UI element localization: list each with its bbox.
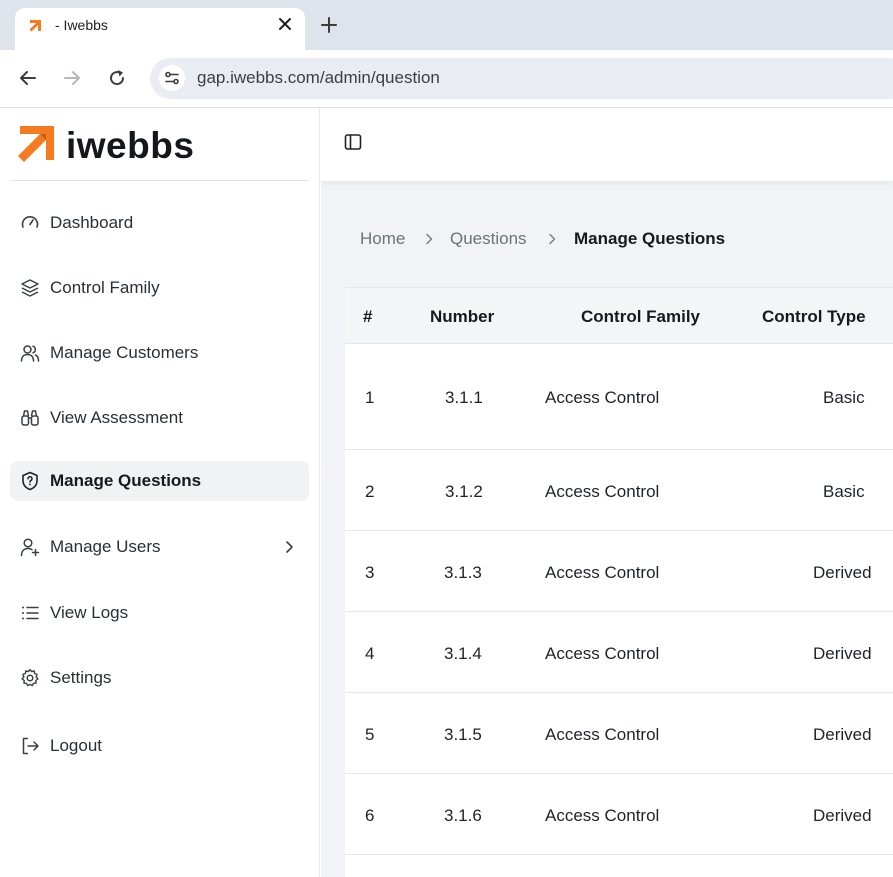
cell-control-family: Access Control (545, 725, 660, 744)
brand-logo[interactable]: iwebbs (14, 124, 214, 166)
sidebar-item-label: Manage Questions (50, 471, 202, 490)
sidebar-item-manage-questions[interactable]: Manage Questions (10, 461, 309, 501)
table-row[interactable]: 5 3.1.5 Access Control Derived (345, 693, 893, 774)
cell-control-type: Basic (823, 482, 865, 501)
tab-title: - Iwebbs (55, 17, 108, 33)
list-icon (22, 606, 39, 620)
browser-tab[interactable]: - Iwebbs (15, 8, 305, 50)
column-header-control-family[interactable]: Control Family (581, 307, 700, 327)
cell-number: 3.1.5 (444, 725, 482, 744)
brand-name: iwebbs (66, 125, 195, 166)
sidebar-item-label: Logout (50, 736, 102, 755)
back-arrow-icon[interactable] (17, 67, 39, 89)
column-header-index[interactable]: # (363, 307, 372, 327)
user-plus-icon (20, 538, 40, 557)
cell-number: 3.1.2 (445, 482, 483, 501)
sidebar-item-view-assessment[interactable]: View Assessment (10, 398, 309, 438)
cell-number: 3.1.1 (445, 388, 483, 407)
table-row[interactable]: 6 3.1.6 Access Control Derived (345, 774, 893, 855)
gear-icon (21, 668, 39, 687)
cell-index: 1 (365, 388, 375, 407)
cell-index: 3 (365, 563, 375, 582)
cell-control-family: Access Control (545, 482, 660, 501)
sidebar: iwebbs Dashboard Control Family Manage C… (0, 108, 320, 877)
column-header-control-type[interactable]: Control Type (762, 307, 866, 327)
sidebar-item-label: View Logs (50, 603, 129, 622)
cell-control-type: Derived (813, 563, 872, 582)
browser-toolbar: gap.iwebbs.com/admin/question (0, 50, 893, 108)
cell-control-type: Basic (823, 388, 865, 407)
reload-icon[interactable] (106, 67, 128, 89)
binoculars-icon (21, 410, 39, 426)
cell-index: 5 (365, 725, 375, 744)
cell-control-family: Access Control (545, 388, 660, 407)
sidebar-item-manage-customers[interactable]: Manage Customers (10, 333, 309, 373)
table-row[interactable]: 2 3.1.2 Access Control Basic (345, 450, 893, 531)
shield-question-icon (22, 471, 38, 491)
table-row[interactable]: 4 3.1.4 Access Control Derived (345, 612, 893, 693)
users-icon (20, 345, 40, 362)
forward-arrow-icon[interactable] (61, 67, 83, 89)
cell-control-type: Derived (813, 806, 872, 825)
cell-index: 4 (365, 644, 375, 663)
cell-control-family: Access Control (545, 644, 660, 663)
sidebar-item-dashboard[interactable]: Dashboard (10, 203, 309, 243)
sidebar-item-control-family[interactable]: Control Family (10, 268, 309, 308)
table-row[interactable]: 1 3.1.1 Access Control Basic (345, 344, 893, 450)
url-text: gap.iwebbs.com/admin/question (197, 68, 440, 87)
table-row[interactable]: 3 3.1.3 Access Control Derived (345, 531, 893, 612)
chevron-right-icon (426, 233, 433, 245)
logout-icon (22, 737, 39, 755)
sidebar-item-label: Settings (50, 668, 112, 687)
divider (10, 180, 309, 181)
chevron-right-icon (549, 233, 556, 245)
sidebar-item-label: Manage Users (50, 537, 161, 556)
logo-icon (18, 126, 54, 162)
cell-index: 2 (365, 482, 375, 501)
plus-icon[interactable] (318, 14, 340, 36)
favicon-icon (29, 20, 41, 32)
questions-table: # Number Control Family Control Type 1 3… (345, 287, 893, 877)
sidebar-item-label: View Assessment (50, 408, 183, 427)
cell-control-family: Access Control (545, 563, 660, 582)
breadcrumb-questions[interactable]: Questions (450, 229, 527, 249)
sidebar-item-manage-users[interactable]: Manage Users (10, 527, 309, 567)
sidebar-item-label: Manage Customers (50, 343, 199, 362)
address-bar[interactable]: gap.iwebbs.com/admin/question (150, 58, 893, 99)
layers-icon (21, 279, 39, 297)
cell-number: 3.1.6 (444, 806, 482, 825)
cell-number: 3.1.4 (444, 644, 482, 663)
sidebar-item-settings[interactable]: Settings (10, 658, 309, 698)
cell-control-family: Access Control (545, 806, 660, 825)
breadcrumb-current: Manage Questions (574, 229, 726, 248)
gauge-icon (21, 216, 39, 228)
sidebar-item-label: Control Family (50, 278, 160, 297)
table-header: # Number Control Family Control Type (345, 288, 893, 344)
cell-index: 6 (365, 806, 375, 825)
chevron-right-icon (286, 541, 293, 553)
sidebar-toggle-icon[interactable] (343, 132, 363, 152)
sidebar-item-view-logs[interactable]: View Logs (10, 593, 309, 633)
top-bar (321, 108, 893, 181)
sidebar-item-logout[interactable]: Logout (10, 726, 309, 766)
sidebar-item-label: Dashboard (50, 213, 134, 232)
main-content: Home Questions Manage Questions # Number… (321, 108, 893, 877)
close-icon[interactable] (275, 14, 295, 34)
cell-control-type: Derived (813, 644, 872, 663)
column-header-number[interactable]: Number (430, 307, 494, 327)
breadcrumb-home[interactable]: Home (360, 229, 405, 249)
cell-number: 3.1.3 (444, 563, 482, 582)
cell-control-type: Derived (813, 725, 872, 744)
browser-tabstrip: - Iwebbs (0, 0, 893, 50)
site-settings-icon[interactable] (159, 65, 185, 91)
